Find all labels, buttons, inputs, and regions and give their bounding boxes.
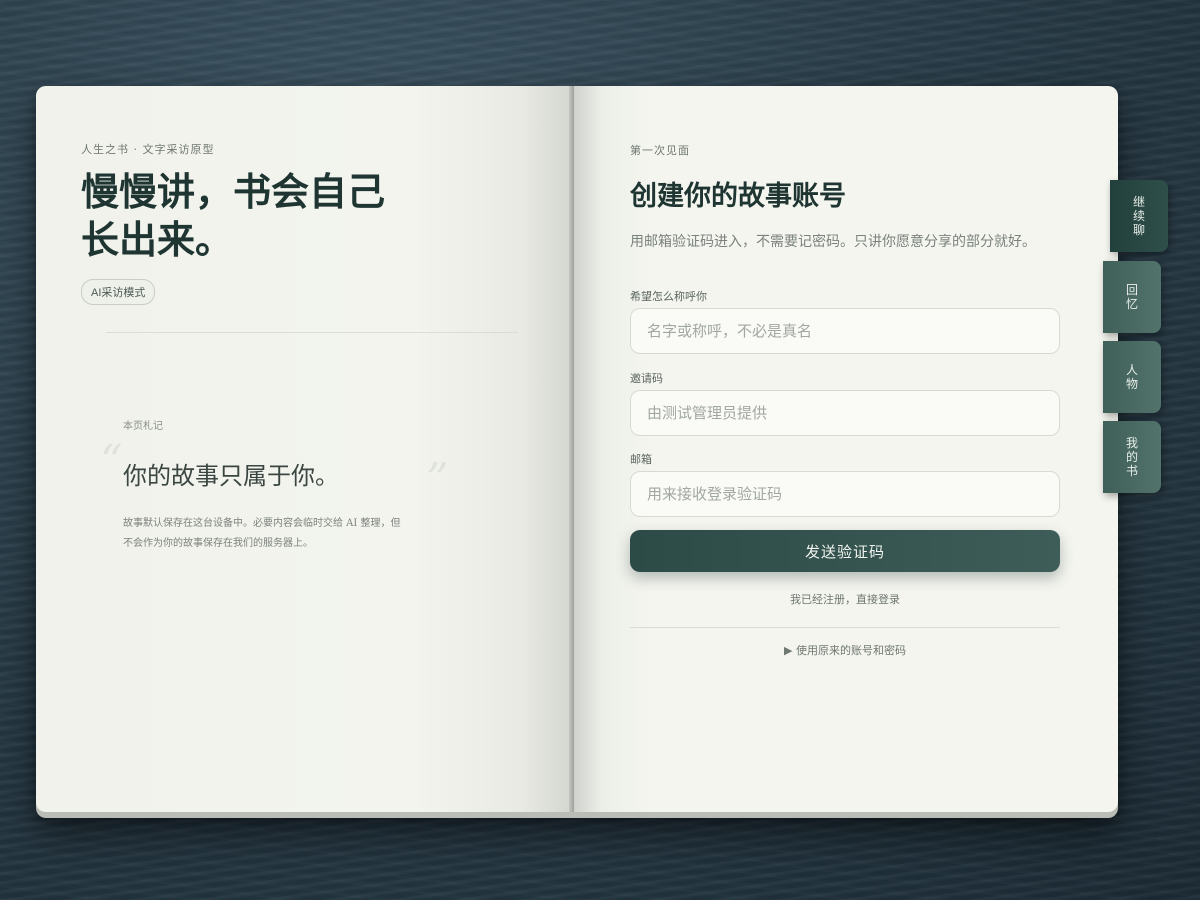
form-title: 创建你的故事账号 [630, 181, 846, 212]
right-divider [630, 627, 1060, 628]
open-book: 人生之书 · 文字采访原型 慢慢讲，书会自己长出来。 AI采访模式 本页札记 “… [36, 86, 1118, 818]
email-field-label: 邮箱 [630, 453, 652, 466]
name-field-label: 希望怎么称呼你 [630, 290, 707, 303]
close-quote-icon: ” [426, 454, 449, 505]
invite-field-label: 邀请码 [630, 372, 663, 385]
note-label: 本页札记 [123, 421, 163, 432]
tab-memories-label: 回忆 [1126, 283, 1139, 311]
tab-continue-chat-label: 继续聊 [1133, 195, 1146, 237]
left-eyebrow: 人生之书 · 文字采访原型 [81, 143, 215, 156]
left-page: 人生之书 · 文字采访原型 慢慢讲，书会自己长出来。 AI采访模式 本页札记 “… [36, 86, 574, 812]
tab-people[interactable]: 人物 [1103, 341, 1161, 413]
right-page: 第一次见面 创建你的故事账号 用邮箱验证码进入，不需要记密码。只讲你愿意分享的部… [574, 86, 1118, 812]
send-code-button[interactable]: 发送验证码 [630, 530, 1060, 572]
invite-code-input[interactable] [630, 390, 1060, 436]
note-body: 故事默认保存在这台设备中。必要内容会临时交给 AI 整理，但不会作为你的故事保存… [123, 518, 401, 549]
open-quote-icon: “ [100, 436, 123, 487]
login-link[interactable]: 我已经注册，直接登录 [630, 591, 1060, 607]
tab-people-label: 人物 [1126, 363, 1139, 391]
right-eyebrow: 第一次见面 [630, 144, 690, 157]
tab-memories[interactable]: 回忆 [1103, 261, 1161, 333]
left-divider [106, 332, 518, 333]
tab-my-book-label: 我的书 [1126, 436, 1139, 478]
hero-title: 慢慢讲，书会自己长出来。 [81, 169, 386, 262]
name-input[interactable] [630, 308, 1060, 354]
tab-my-book[interactable]: 我的书 [1103, 421, 1161, 493]
tab-continue-chat[interactable]: 继续聊 [1110, 180, 1168, 252]
password-login-toggle[interactable]: ▶ 使用原来的账号和密码 [630, 642, 1060, 658]
email-input[interactable] [630, 471, 1060, 517]
note-quote: 你的故事只属于你。 [123, 462, 339, 490]
form-description: 用邮箱验证码进入，不需要记密码。只讲你愿意分享的部分就好。 [630, 233, 1036, 249]
ai-mode-badge: AI采访模式 [81, 279, 156, 305]
